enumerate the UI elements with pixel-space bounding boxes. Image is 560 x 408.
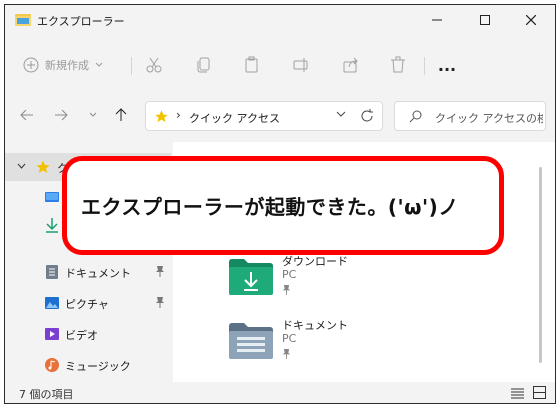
- cut-icon: [146, 57, 162, 73]
- cut-button[interactable]: [144, 55, 164, 75]
- video-icon: [45, 328, 59, 340]
- star-icon: [36, 160, 50, 173]
- up-button[interactable]: [111, 105, 131, 125]
- share-button[interactable]: [341, 55, 361, 75]
- arrow-left-icon: [20, 109, 33, 121]
- toolbar-separator: [131, 57, 132, 75]
- sidebar-item-label: ビデオ: [65, 329, 98, 342]
- tiles-view-icon[interactable]: [533, 386, 546, 399]
- new-button[interactable]: 新規作成: [23, 53, 103, 77]
- download-icon: [46, 218, 58, 233]
- share-icon: [343, 57, 358, 73]
- copy-button[interactable]: [194, 55, 214, 75]
- toolbar-separator: [424, 57, 425, 75]
- chevron-down-icon: [95, 62, 103, 67]
- refresh-icon[interactable]: [360, 109, 374, 123]
- more-icon: ...: [437, 55, 457, 75]
- chevron-down-icon: [17, 163, 26, 169]
- breadcrumb-chevron: ›: [176, 108, 181, 122]
- navigation-bar: › クイック アクセス クイック アクセスの検...: [5, 99, 555, 131]
- delete-button[interactable]: [388, 55, 408, 75]
- search-input[interactable]: クイック アクセスの検...: [394, 101, 546, 131]
- address-bar[interactable]: › クイック アクセス: [145, 101, 383, 131]
- title-bar: エクスプローラー: [5, 5, 555, 35]
- window-title: エクスプローラー: [37, 15, 125, 28]
- desktop-icon: [45, 192, 59, 202]
- music-icon: [45, 358, 59, 372]
- sidebar-item-label: ドキュメント: [65, 267, 131, 280]
- sidebar-item-music[interactable]: ミュージック: [5, 351, 171, 379]
- pin-icon: [282, 349, 291, 359]
- folder-app-icon: [15, 14, 31, 26]
- folder-item-downloads[interactable]: ダウンロード PC: [229, 253, 379, 303]
- maximize-icon: [480, 15, 490, 25]
- maximize-button[interactable]: [463, 5, 507, 35]
- item-count: 7 個の項目: [19, 388, 74, 401]
- new-label: 新規作成: [45, 59, 89, 72]
- sidebar-item-label: ミュージック: [65, 360, 131, 373]
- command-bar: 新規作成 ...: [5, 45, 555, 87]
- rename-button[interactable]: [292, 55, 312, 75]
- pin-icon[interactable]: [155, 296, 165, 308]
- copy-icon: [197, 57, 210, 73]
- minimize-icon: [432, 19, 442, 21]
- star-icon: [155, 110, 168, 123]
- folder-name: ドキュメント: [282, 319, 348, 332]
- more-button[interactable]: ...: [437, 55, 457, 75]
- forward-button[interactable]: [51, 105, 71, 125]
- arrow-right-icon: [55, 109, 68, 121]
- sidebar-item-pictures[interactable]: ピクチャ: [5, 289, 171, 317]
- pin-icon[interactable]: [155, 265, 165, 277]
- sidebar-item-videos[interactable]: ビデオ: [5, 320, 171, 348]
- annotation-callout: エクスプローラーが起動できた。('ω')ノ: [62, 156, 504, 255]
- download-folder-icon: [229, 259, 273, 295]
- back-button[interactable]: [17, 105, 37, 125]
- address-text: クイック アクセス: [189, 112, 280, 125]
- recent-locations-button[interactable]: [83, 105, 103, 125]
- plus-circle-icon: [23, 57, 39, 73]
- folder-item-documents[interactable]: ドキュメント PC: [229, 317, 379, 367]
- folder-location: PC: [282, 332, 297, 345]
- minimize-button-real[interactable]: [415, 5, 459, 35]
- status-bar: 7 個の項目: [5, 382, 555, 403]
- details-view-icon[interactable]: [511, 388, 524, 399]
- picture-icon: [45, 297, 59, 309]
- chevron-down-icon: [89, 112, 97, 117]
- folder-location: PC: [282, 268, 297, 281]
- folder-name: ダウンロード: [282, 255, 348, 268]
- delete-icon: [391, 56, 405, 73]
- document-folder-icon: [229, 323, 273, 359]
- rename-icon: [293, 58, 308, 72]
- sidebar-item-label: ピクチャ: [65, 298, 109, 311]
- close-icon: [526, 15, 536, 25]
- sidebar-item-documents[interactable]: ドキュメント: [5, 258, 171, 286]
- paste-icon: [245, 56, 258, 73]
- pin-icon: [282, 285, 291, 295]
- search-placeholder: クイック アクセスの検...: [435, 112, 543, 125]
- chevron-down-icon[interactable]: [336, 111, 346, 118]
- arrow-up-icon: [115, 108, 127, 121]
- search-icon: [409, 110, 422, 123]
- document-icon: [46, 265, 58, 279]
- close-button[interactable]: [509, 5, 553, 35]
- callout-text: エクスプローラーが起動できた。('ω')ノ: [81, 195, 459, 219]
- paste-button[interactable]: [242, 55, 262, 75]
- vertical-scrollbar[interactable]: [538, 165, 543, 365]
